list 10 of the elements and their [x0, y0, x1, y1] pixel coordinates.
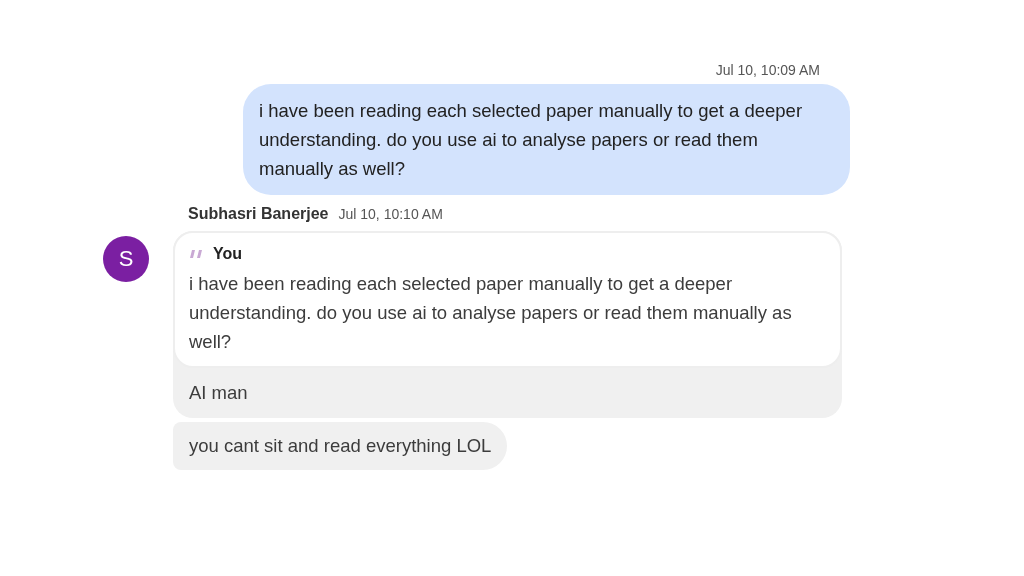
avatar[interactable]: S	[103, 236, 149, 282]
message-time: Jul 10, 10:10 AM	[338, 206, 443, 222]
quote-author: You	[213, 245, 243, 263]
sender-name: Subhasri Banerjee	[188, 205, 329, 223]
quote-icon	[189, 249, 203, 259]
message-time: Jul 10, 10:09 AM	[715, 62, 820, 78]
received-message: you cant sit and read everything LOL	[173, 422, 508, 470]
sent-message: i have been reading each selected paper manually to get a deeper understanding. do you use ai to analyse papers or read them manually as well?	[243, 84, 850, 195]
quote-text: i have been reading each selected paper manually to get a deeper understanding. do you use ai to analyse papers or read them manually as well?	[189, 272, 793, 354]
received-message: AI man	[188, 381, 249, 405]
